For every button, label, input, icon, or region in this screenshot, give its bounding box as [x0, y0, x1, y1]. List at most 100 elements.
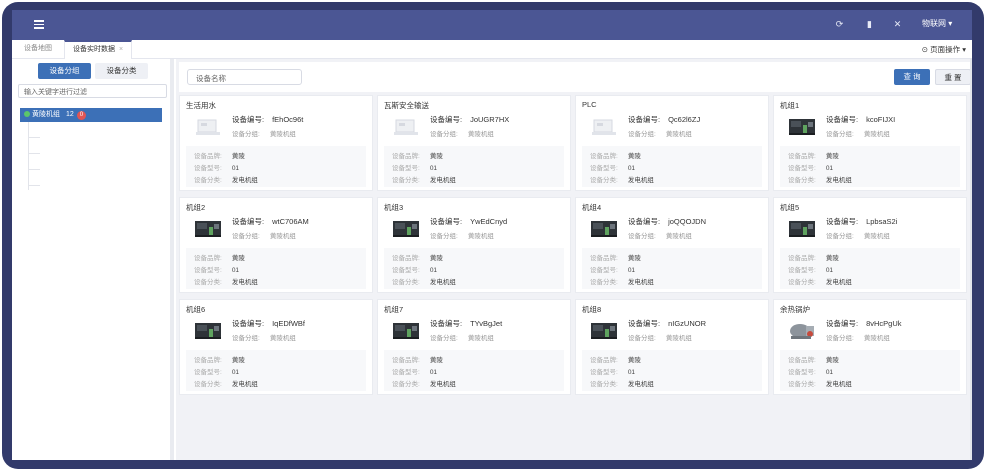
device-code: 设备编号: Qc62l6ZJ — [628, 115, 701, 124]
device-card-title: 机组8 — [582, 305, 602, 314]
device-code: 设备编号: IqEDfWBf — [232, 319, 306, 328]
device-card[interactable]: 机组6 设备编号: IqEDfWBf 设备分组: 黄陵机组 设备品牌: 黄陵 设备型号: 01 设… — [179, 299, 373, 395]
device-image — [788, 116, 816, 138]
tab-device-realtime[interactable]: 设备实时数据 × — [64, 40, 133, 59]
device-group: 设备分组: 黄陵机组 — [628, 131, 692, 138]
device-model: 设备型号: 01 — [590, 165, 636, 172]
device-code: 设备编号: wtC706AM — [232, 217, 309, 226]
delete-icon[interactable]: ▮ — [864, 19, 875, 30]
device-brand: 设备品牌: 黄陵 — [788, 153, 839, 160]
device-category: 设备分类: 发电机组 — [788, 177, 852, 184]
device-card-title: 机组3 — [384, 203, 404, 212]
device-brand: 设备品牌: 黄陵 — [392, 153, 443, 160]
app-screen: ⟳ ▮ ✕ 物联网 ▾ 设备地图 设备实时数据 × ⊙ 页面操作 ▾ 设备分组 设备… — [12, 10, 972, 460]
search-bar: 设备名称 查 询 重 置 — [179, 62, 972, 92]
device-model: 设备型号: 01 — [392, 165, 438, 172]
device-group: 设备分组: 黄陵机组 — [232, 131, 296, 138]
device-card-title: 机组4 — [582, 203, 602, 212]
device-code: 设备编号: kcoFIJXI — [826, 115, 896, 124]
tree-node-huangling[interactable]: 黄陵机组 12 0 — [20, 108, 162, 122]
tab-device-category[interactable]: 设备分类 — [95, 63, 148, 79]
device-category: 设备分类: 发电机组 — [788, 279, 852, 286]
fullscreen-icon[interactable]: ✕ — [892, 19, 903, 30]
device-image — [194, 320, 222, 342]
device-image — [590, 320, 618, 342]
device-card[interactable]: 机组1 设备编号: kcoFIJXI 设备分组: 黄陵机组 设备品牌: 黄陵 设备型号: 01 设… — [773, 95, 967, 191]
device-detail-box: 设备品牌: 黄陵 设备型号: 01 设备分类: 发电机组 — [780, 248, 960, 289]
device-brand: 设备品牌: 黄陵 — [788, 357, 839, 364]
device-category: 设备分类: 发电机组 — [194, 177, 258, 184]
device-category: 设备分类: 发电机组 — [392, 177, 456, 184]
device-detail-box: 设备品牌: 黄陵 设备型号: 01 设备分类: 发电机组 — [186, 248, 366, 289]
status-dot-icon — [24, 110, 30, 117]
device-code: 设备编号: TYvBgJet — [430, 319, 503, 328]
device-model: 设备型号: 01 — [194, 267, 240, 274]
device-code: 设备编号: nIGzUNOR — [628, 319, 707, 328]
device-card[interactable]: 机组3 设备编号: YwEdCnyd 设备分组: 黄陵机组 设备品牌: 黄陵 设备型号: 01 设… — [377, 197, 571, 293]
tab-close-icon[interactable]: × — [119, 46, 123, 53]
device-group: 设备分组: 黄陵机组 — [628, 335, 692, 342]
device-card[interactable]: 机组4 设备编号: joQQOJDN 设备分组: 黄陵机组 设备品牌: 黄陵 设备型号: 01 设… — [575, 197, 769, 293]
refresh-icon[interactable]: ⟳ — [834, 19, 845, 30]
device-image — [788, 320, 816, 342]
page-operations-menu[interactable]: ⊙ 页面操作 ▾ — [922, 44, 966, 55]
device-code: 设备编号: fEhOc96t — [232, 115, 304, 124]
reset-button[interactable]: 重 置 — [935, 69, 971, 85]
tree-branch — [28, 185, 40, 186]
tab-bar: 设备地图 设备实时数据 × ⊙ 页面操作 ▾ — [12, 40, 972, 59]
top-nav-bar: ⟳ ▮ ✕ 物联网 ▾ — [12, 10, 972, 40]
tree-guide-line — [28, 122, 40, 190]
device-detail-box: 设备品牌: 黄陵 设备型号: 01 设备分类: 发电机组 — [582, 350, 762, 391]
device-detail-box: 设备品牌: 黄陵 设备型号: 01 设备分类: 发电机组 — [582, 146, 762, 187]
device-name-search-input[interactable]: 设备名称 — [187, 69, 302, 85]
left-scrollbar[interactable] — [170, 59, 174, 460]
device-card-title: 生活用水 — [186, 101, 216, 110]
user-menu[interactable]: 物联网 ▾ — [922, 18, 952, 29]
device-card[interactable]: 机组5 设备编号: LpbsaS2i 设备分组: 黄陵机组 设备品牌: 黄陵 设备型号: 01 设… — [773, 197, 967, 293]
device-model: 设备型号: 01 — [194, 369, 240, 376]
device-model: 设备型号: 01 — [194, 165, 240, 172]
device-group: 设备分组: 黄陵机组 — [826, 233, 890, 240]
device-model: 设备型号: 01 — [392, 369, 438, 376]
device-category: 设备分类: 发电机组 — [392, 279, 456, 286]
device-group: 设备分组: 黄陵机组 — [628, 233, 692, 240]
device-category: 设备分类: 发电机组 — [590, 279, 654, 286]
device-model: 设备型号: 01 — [590, 369, 636, 376]
device-card[interactable]: 瓦斯安全输送 设备编号: JoUGR7HX 设备分组: 黄陵机组 设备品牌: 黄陵 设备型号:… — [377, 95, 571, 191]
main-scrollbar[interactable] — [970, 59, 972, 460]
device-model: 设备型号: 01 — [788, 369, 834, 376]
tab-device-map[interactable]: 设备地图 — [16, 40, 60, 59]
device-card-title: 机组7 — [384, 305, 404, 314]
device-card-title: 余热锅炉 — [780, 305, 810, 314]
query-button[interactable]: 查 询 — [894, 69, 930, 85]
device-card[interactable]: 余热锅炉设备编号: 8vHcPgUk 设备分组: 黄陵机组设备品牌: 黄陵 设备型号: 01… — [773, 299, 967, 395]
device-card-title: 机组6 — [186, 305, 206, 314]
tree-branch — [28, 137, 40, 138]
tree-filter-input[interactable]: 输入关键字进行过滤 — [18, 84, 167, 98]
device-image — [590, 116, 618, 138]
device-code: 设备编号: 8vHcPgUk — [826, 319, 902, 328]
device-group: 设备分组: 黄陵机组 — [430, 335, 494, 342]
hamburger-menu-icon[interactable] — [34, 20, 44, 29]
device-card-title: 瓦斯安全输送 — [384, 101, 429, 110]
device-brand: 设备品牌: 黄陵 — [392, 255, 443, 262]
tree-branch — [28, 169, 40, 170]
device-card[interactable]: 生活用水 设备编号: fEhOc96t 设备分组: 黄陵机组 设备品牌: 黄陵 设备型号: 01… — [179, 95, 373, 191]
device-detail-box: 设备品牌: 黄陵 设备型号: 01 设备分类: 发电机组 — [384, 146, 564, 187]
device-group: 设备分组: 黄陵机组 — [826, 335, 890, 342]
device-image — [194, 218, 222, 240]
device-model: 设备型号: 01 — [788, 267, 834, 274]
device-detail-box: 设备品牌: 黄陵 设备型号: 01 设备分类: 发电机组 — [780, 146, 960, 187]
device-detail-box: 设备品牌: 黄陵 设备型号: 01 设备分类: 发电机组 — [384, 248, 564, 289]
device-detail-box: 设备品牌: 黄陵 设备型号: 01 设备分类: 发电机组 — [384, 350, 564, 391]
device-card[interactable]: 机组2 设备编号: wtC706AM 设备分组: 黄陵机组 设备品牌: 黄陵 设备型号: 01 设… — [179, 197, 373, 293]
device-model: 设备型号: 01 — [788, 165, 834, 172]
device-image — [392, 218, 420, 240]
device-card[interactable]: 机组8 设备编号: nIGzUNOR 设备分组: 黄陵机组设备品牌: 黄陵 设备型号: 01 设… — [575, 299, 769, 395]
device-group: 设备分组: 黄陵机组 — [232, 233, 296, 240]
device-card-title: PLC — [582, 100, 597, 109]
tab-device-group[interactable]: 设备分组 — [38, 63, 91, 79]
device-detail-box: 设备品牌: 黄陵 设备型号: 01 设备分类: 发电机组 — [186, 146, 366, 187]
device-card[interactable]: PLC 设备编号: Qc62l6ZJ 设备分组: 黄陵机组设备品牌: 黄陵 设备型号: 01 设… — [575, 95, 769, 191]
device-card[interactable]: 机组7 设备编号: TYvBgJet 设备分组: 黄陵机组设备品牌: 黄陵 设备型号: 01 设… — [377, 299, 571, 395]
